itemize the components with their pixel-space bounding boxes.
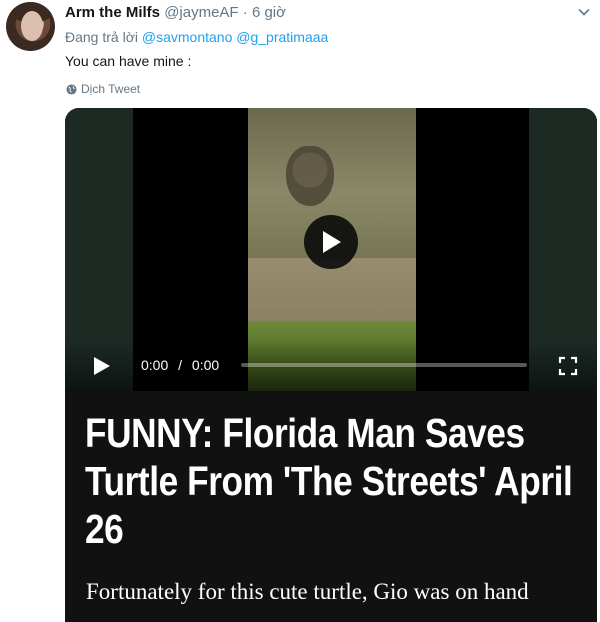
timecode-current: 0:00 bbox=[141, 357, 169, 373]
fullscreen-icon[interactable] bbox=[558, 356, 578, 376]
tweet-text: You can have mine : bbox=[65, 53, 192, 69]
article-card[interactable]: FUNNY: Florida Man Saves Turtle From 'Th… bbox=[65, 391, 597, 622]
progress-bar[interactable] bbox=[241, 363, 527, 367]
timestamp[interactable]: 6 giờ bbox=[252, 4, 286, 21]
display-name[interactable]: Arm the Milfs bbox=[65, 4, 160, 21]
timecode-separator: / bbox=[178, 357, 183, 373]
video-player[interactable]: 0:00 / 0:00 bbox=[65, 108, 597, 391]
article-lede: Fortunately for this cute turtle, Gio wa… bbox=[86, 579, 529, 604]
play-icon bbox=[323, 231, 341, 253]
timecode-total: 0:00 bbox=[191, 357, 220, 373]
tweet-header: Arm the Milfs @jaymeAF · 6 giờ bbox=[65, 4, 286, 21]
play-button[interactable] bbox=[304, 215, 358, 269]
translate-label: Dịch Tweet bbox=[81, 82, 141, 96]
globe-icon bbox=[66, 83, 77, 95]
video-controls: 0:00 / 0:00 bbox=[65, 340, 597, 391]
mention-link[interactable]: @savmontano bbox=[142, 29, 232, 45]
avatar-face bbox=[21, 11, 43, 41]
translate-tweet-link[interactable]: Dịch Tweet bbox=[66, 82, 140, 96]
mention-link[interactable]: @g_pratimaaa bbox=[236, 29, 328, 45]
avatar[interactable] bbox=[6, 2, 55, 51]
article-headline: FUNNY: Florida Man Saves Turtle From 'Th… bbox=[85, 410, 573, 552]
media-card[interactable]: 0:00 / 0:00 FUNNY: Florida Man Saves Tur… bbox=[65, 108, 597, 622]
play-icon[interactable] bbox=[93, 356, 111, 376]
separator-dot: · bbox=[242, 4, 248, 21]
reply-prefix: Đang trả lời bbox=[65, 29, 138, 45]
video-frame-turtle bbox=[286, 146, 334, 206]
timecode: 0:00 / 0:00 bbox=[141, 357, 219, 373]
reply-to-line: Đang trả lời @savmontano @g_pratimaaa bbox=[65, 29, 328, 45]
chevron-down-icon[interactable] bbox=[578, 6, 590, 18]
user-handle[interactable]: @jaymeAF bbox=[164, 4, 238, 21]
tweet[interactable]: Arm the Milfs @jaymeAF · 6 giờ Đang trả … bbox=[0, 0, 600, 622]
